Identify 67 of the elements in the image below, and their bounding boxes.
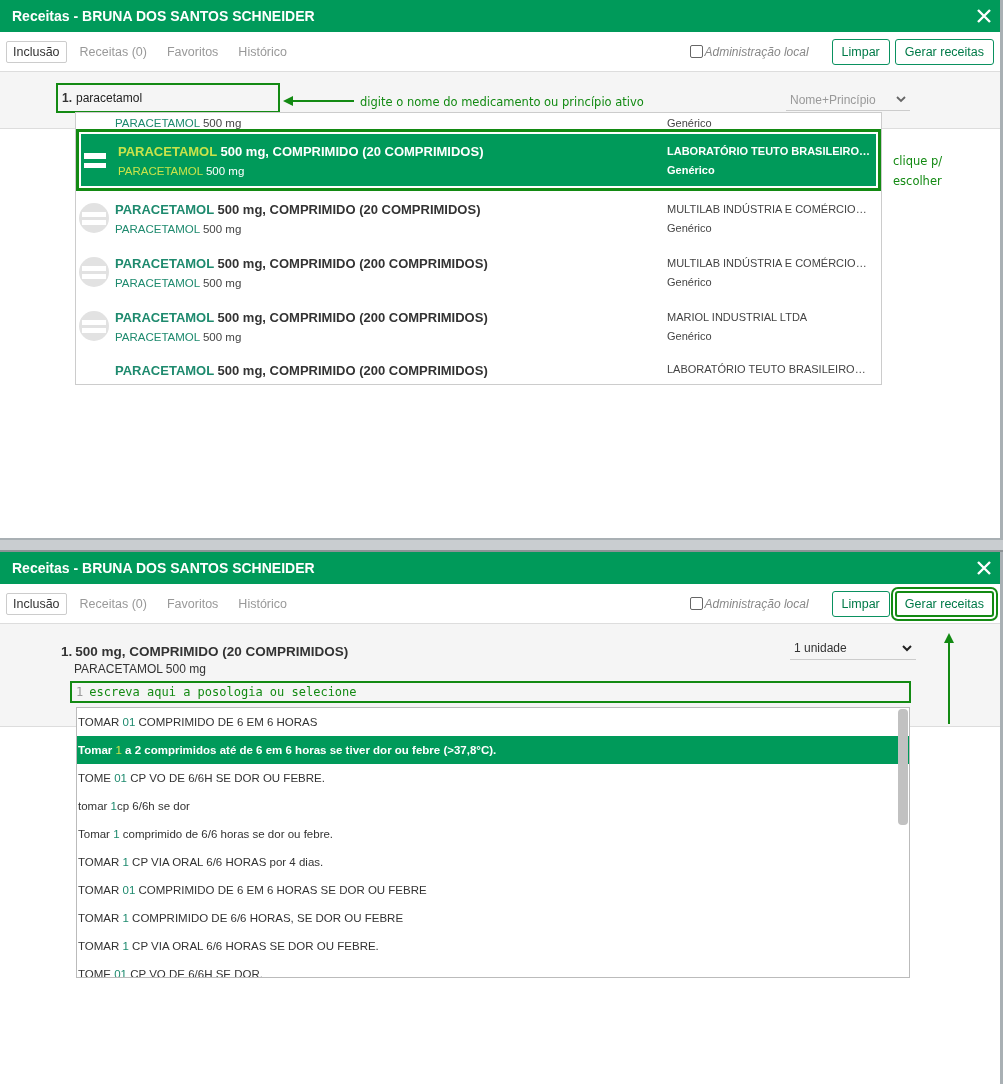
drug-name: PARACETAMOL 500 mg, COMPRIMIDO (200 COMPRIMIDOS): [115, 363, 489, 378]
close-icon[interactable]: [976, 8, 992, 24]
arrow-icon: [943, 632, 955, 726]
result-row[interactable]: PARACETAMOL 500 mg, COMPRIMIDO (200 COMPRIMIDOS) PARACETAMOL 500 mg MARIOL INDUSTRIAL LTDA Genérico: [76, 299, 881, 353]
button[interactable]: Gerar receitas: [894, 38, 994, 65]
tab[interactable]: Inclusão: [6, 592, 67, 615]
annotation-text: digite o nome do medicamento ou princípio ativo: [360, 94, 644, 111]
close-icon[interactable]: [976, 560, 992, 576]
manufacturer: MULTILAB INDÚSTRIA E COMÉRCIO…: [667, 202, 868, 215]
chevron-down-icon: [896, 96, 906, 103]
active-ingredient: PARACETAMOL 500 mg: [115, 222, 243, 235]
active-ingredient: PARACETAMOL 500 mg: [118, 164, 246, 177]
active-ingredient: PARACETAMOL 500 mg: [115, 276, 243, 289]
result-row[interactable]: PARACETAMOL 500 mg, COMPRIMIDO (200 COMPRIMIDOS) LABORATÓRIO TEUTO BRASILEIRO…: [76, 353, 881, 384]
suggestion-item[interactable]: TOMAR 1 COMPRIMIDO DE 6/6 HORAS, SE DOR OU FEBRE: [77, 904, 909, 932]
drug-name: PARACETAMOL 500 mg, COMPRIMIDO (20 COMPRIMIDOS): [115, 201, 482, 217]
search-box[interactable]: 1. paracetamol: [56, 83, 280, 113]
drug-type: Genérico: [667, 221, 713, 234]
item-number: 1.: [61, 644, 73, 659]
manufacturer: LABORATÓRIO TEUTO BRASILEIRO…: [667, 363, 867, 375]
active-ingredient: PARACETAMOL 500 mg: [74, 662, 207, 676]
suggestion-item[interactable]: Tomar 1 comprimido de 6/6 horas se dor ou febre.: [77, 820, 909, 848]
suggestion-item[interactable]: tomar 1cp 6/6h se dor: [77, 792, 909, 820]
line-number: 1: [76, 685, 84, 699]
chevron-down-icon: [902, 644, 912, 652]
suggestion-item[interactable]: TOMAR 01 COMPRIMIDO DE 6 EM 6 HORAS: [77, 708, 909, 736]
result-row[interactable]: PARACETAMOL 500 mg, COMPRIMIDO (200 COMPRIMIDOS) PARACETAMOL 500 mg MULTILAB INDÚSTRIA E COMÉRCIO… Genérico: [76, 245, 881, 299]
result-row[interactable]: PARACETAMOL 500 mg, COMPRIMIDO (20 COMPRIMIDOS) PARACETAMOL 500 mg LABORATÓRIO TEUTO BRASILEIRO… Genérico: [76, 129, 881, 191]
pill-icon: [79, 311, 109, 341]
button[interactable]: Limpar: [831, 38, 890, 65]
drug-name: 500 mg, COMPRIMIDO (20 COMPRIMIDOS): [75, 644, 349, 659]
suggestion-item[interactable]: Tomar 1 a 2 comprimidos até de 6 em 6 horas se tiver dor ou febre (>37,8°C).: [77, 736, 909, 764]
window-title: Receitas - BRUNA DOS SANTOS SCHNEIDER: [12, 8, 315, 24]
item-number: 1.: [62, 91, 72, 105]
manufacturer: LABORATÓRIO TEUTO BRASILEIRO…: [667, 144, 872, 157]
arrow-icon: [282, 95, 356, 107]
window-title: Receitas - BRUNA DOS SANTOS SCHNEIDER: [12, 560, 315, 576]
checkbox[interactable]: [689, 597, 703, 610]
drug-name: PARACETAMOL 500 mg, COMPRIMIDO (20 COMPRIMIDOS): [118, 143, 485, 159]
active-ingredient: PARACETAMOL 500 mg: [115, 330, 243, 343]
suggestion-item[interactable]: TOMAR 1 CP VIA ORAL 6/6 HORAS por 4 dias.: [77, 848, 909, 876]
posology-field[interactable]: escreva aqui a posologia ou selecione: [89, 685, 905, 699]
checkbox[interactable]: [689, 45, 703, 58]
active-ingredient: PARACETAMOL 500 mg: [115, 117, 243, 129]
annotation-text: clique p/ escolher: [893, 153, 944, 190]
manufacturer: MARIOL INDUSTRIAL LTDA: [667, 310, 809, 323]
suggestion-item[interactable]: TOMAR 1 CP VIA ORAL 6/6 HORAS SE DOR OU FEBRE.: [77, 932, 909, 960]
drug-type: Genérico: [667, 163, 716, 176]
button[interactable]: Limpar: [831, 590, 890, 617]
suggestion-item[interactable]: TOMAR 01 COMPRIMIDO DE 6 EM 6 HORAS SE DOR OU FEBRE: [77, 876, 909, 904]
tab[interactable]: Inclusão: [6, 40, 67, 63]
checkbox-label: Administração local: [704, 44, 809, 59]
pill-icon: [79, 203, 109, 233]
checkbox-label: Administração local: [704, 596, 809, 611]
quantity-select[interactable]: 1 unidade: [790, 637, 916, 660]
manufacturer: MULTILAB INDÚSTRIA E COMÉRCIO…: [667, 256, 868, 269]
drug-type: Genérico: [667, 329, 713, 342]
scrollbar[interactable]: [898, 709, 908, 825]
suggestion-item[interactable]: TOME 01 CP VO DE 6/6H SE DOR OU FEBRE.: [77, 764, 909, 792]
drug-type: Genérico: [667, 275, 713, 288]
drug-name: PARACETAMOL 500 mg, COMPRIMIDO (200 COMPRIMIDOS): [115, 255, 489, 271]
result-row[interactable]: PARACETAMOL 500 mg Genérico: [76, 113, 881, 129]
pill-icon: [79, 257, 109, 287]
drug-name: PARACETAMOL 500 mg, COMPRIMIDO (200 COMPRIMIDOS): [115, 309, 489, 325]
drug-type: Genérico: [667, 117, 713, 129]
result-row[interactable]: PARACETAMOL 500 mg, COMPRIMIDO (20 COMPRIMIDOS) PARACETAMOL 500 mg MULTILAB INDÚSTRIA E COMÉRCIO… Genérico: [76, 191, 881, 245]
search-field[interactable]: paracetamol: [76, 91, 246, 105]
